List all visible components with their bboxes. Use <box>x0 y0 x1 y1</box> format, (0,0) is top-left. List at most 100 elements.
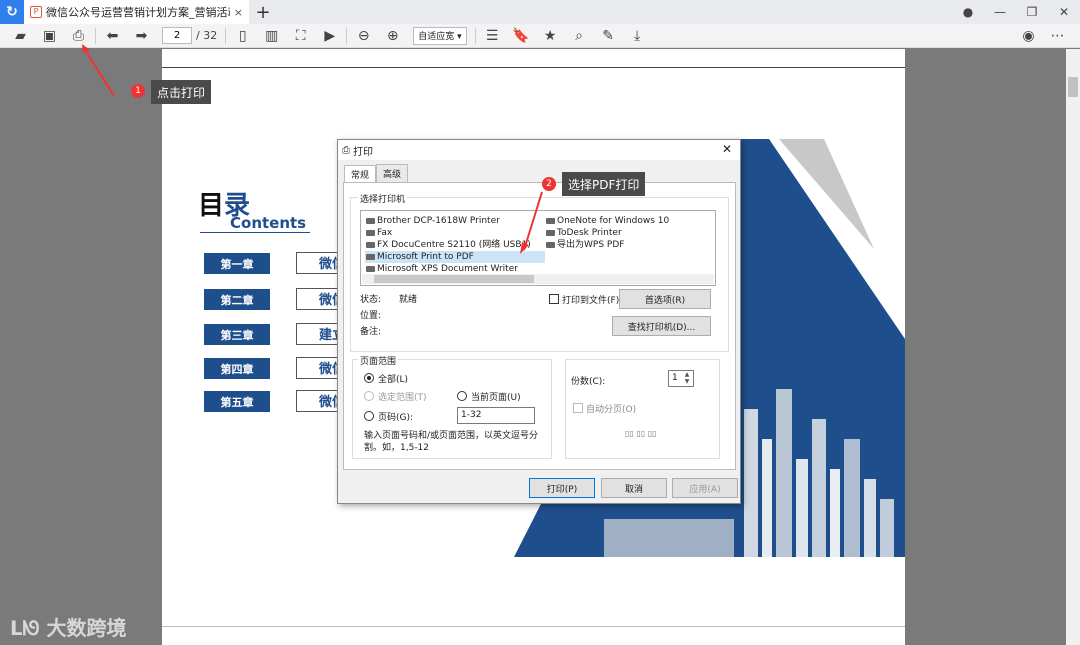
print-button[interactable]: 打印(P) <box>529 478 595 498</box>
chapter-label: 第五章 <box>204 391 270 412</box>
toc-heading-a: 目 <box>198 191 225 221</box>
tab-bar: ↻ P 微信公众号运营营销计划方案_营销活动策... × + <box>0 0 1080 24</box>
search-icon[interactable]: ⌕ <box>565 24 594 48</box>
toc-underline <box>200 232 310 233</box>
tab-title: 微信公众号运营营销计划方案_营销活动策... <box>46 6 230 19</box>
chapter-title: 微信 <box>296 288 338 310</box>
save-icon[interactable]: ▣ <box>35 24 64 48</box>
outline-icon[interactable]: ☰ <box>478 24 507 48</box>
print-to-file-checkbox[interactable] <box>549 294 559 304</box>
step-badge-2: 2 <box>542 177 556 191</box>
tab-close-icon[interactable]: × <box>234 6 243 19</box>
printer-item[interactable]: Fax <box>365 227 392 239</box>
printer-item[interactable]: ToDesk Printer <box>545 227 622 239</box>
user-icon[interactable]: ◉ <box>1014 24 1043 48</box>
zoom-out-icon[interactable]: ⊖ <box>349 24 378 48</box>
apply-button[interactable]: 应用(A) <box>672 478 738 498</box>
tab-general[interactable]: 常规 <box>344 165 377 183</box>
app-logo-icon[interactable]: ↻ <box>0 0 24 24</box>
chapter-title: 微信 <box>296 357 338 379</box>
annotate-icon[interactable]: ✎ <box>594 24 623 48</box>
chapter-label: 第四章 <box>204 358 270 379</box>
scroll-thumb[interactable] <box>1068 77 1078 97</box>
toolbar-divider <box>346 27 348 44</box>
dialog-tabs: 常规 高级 <box>344 164 409 183</box>
copies-spinner-icon[interactable]: ▲ ▼ <box>682 371 692 386</box>
vertical-scrollbar[interactable] <box>1066 49 1080 645</box>
printer-item[interactable]: 导出为WPS PDF <box>545 239 624 251</box>
printer-item[interactable]: Brother DCP-1618W Printer <box>365 215 500 227</box>
dialog-titlebar: ⎙ 打印 ✕ <box>338 140 740 160</box>
printer-item[interactable]: FX DocuCentre S2110 (网络 USB1) <box>365 239 531 251</box>
range-selection-label: 选定范围(T) <box>378 393 427 403</box>
dialog-close-icon[interactable]: ✕ <box>722 142 732 156</box>
print-to-file-label: 打印到文件(F) <box>562 296 620 306</box>
page-range-label: 页面范围 <box>358 354 399 367</box>
close-window-icon[interactable]: ✕ <box>1048 5 1080 19</box>
cancel-button[interactable]: 取消 <box>601 478 667 498</box>
zoom-select[interactable]: 自适应宽 ▾ <box>413 26 467 45</box>
document-tab[interactable]: P 微信公众号运营营销计划方案_营销活动策... × <box>24 0 249 24</box>
chapter-title: 微信 <box>296 252 338 274</box>
comment-label: 备注: <box>360 327 382 337</box>
collate-label: 自动分页(O) <box>586 405 637 415</box>
chapter-title: 微信 <box>296 390 338 412</box>
find-printer-button[interactable]: 查找打印机(D)... <box>612 316 711 336</box>
printer-icon: ⎙ <box>342 144 350 156</box>
toolbar-divider <box>95 27 96 44</box>
chapter-label: 第二章 <box>204 289 270 310</box>
dialog-title: 打印 <box>353 146 373 158</box>
callout-select-pdf: 选择PDF打印 <box>562 172 646 196</box>
range-pages-label: 页码(G): <box>378 413 414 423</box>
single-page-icon[interactable]: ▯ <box>228 24 257 48</box>
range-current-radio[interactable] <box>457 391 467 401</box>
watermark-text: 大数跨境 <box>46 616 127 640</box>
bookmark-icon[interactable]: 🔖 <box>507 24 536 48</box>
page-total: / 32 <box>196 29 218 42</box>
printer-list-scroll-thumb[interactable] <box>374 275 534 283</box>
toolbar-divider <box>474 27 476 44</box>
printer-list-scrollbar[interactable] <box>362 274 714 284</box>
new-tab-button[interactable]: + <box>249 2 277 23</box>
fullscreen-icon[interactable]: ⛶ <box>286 24 315 48</box>
toc-subheading: Contents <box>230 214 307 232</box>
collate-pages-icon: ▯▯ ▯▯ ▯▯ <box>625 429 657 438</box>
preferences-button[interactable]: 首选项(R) <box>619 289 711 309</box>
range-pages-radio[interactable] <box>364 411 374 421</box>
zoom-in-icon[interactable]: ⊕ <box>378 24 407 48</box>
more-icon[interactable]: ⋯ <box>1043 24 1072 48</box>
printer-item[interactable]: OneNote for Windows 10 <box>545 215 669 227</box>
minimize-icon[interactable]: — <box>984 5 1016 19</box>
callout-arrow-1 <box>82 44 115 97</box>
toolbar-right: ◉ ⋯ <box>1014 24 1072 48</box>
printer-group-label: 选择打印机 <box>358 192 408 205</box>
collate-checkbox[interactable] <box>573 403 583 413</box>
pdf-icon: P <box>30 6 42 18</box>
two-page-icon[interactable]: ▥ <box>257 24 286 48</box>
play-icon[interactable]: ▶ <box>315 24 344 48</box>
range-current-label: 当前页面(U) <box>471 393 521 403</box>
pages-input[interactable]: 1-32 <box>457 407 535 424</box>
watermark-logo-icon: ᒪᘚ <box>10 616 47 640</box>
chapter-title: 建立 <box>296 323 338 345</box>
range-selection-radio[interactable] <box>364 391 374 401</box>
copies-label: 份数(C): <box>571 377 606 387</box>
chapter-label: 第一章 <box>204 253 270 274</box>
callout-arrow-2 <box>520 191 543 254</box>
tab-advanced[interactable]: 高级 <box>376 164 409 182</box>
page-top-divider <box>162 67 905 68</box>
restore-icon[interactable]: ❐ <box>1016 5 1048 19</box>
next-page-icon[interactable]: ➡ <box>127 24 156 48</box>
download-icon[interactable]: ⤓ <box>623 24 652 48</box>
callout-print: 点击打印 <box>151 80 212 104</box>
status-label: 状态: <box>360 295 382 305</box>
step-badge-1: 1 <box>131 84 145 98</box>
window-controls: ● — ❐ ✕ <box>952 0 1080 24</box>
page-number-input[interactable] <box>162 27 192 44</box>
account-icon[interactable]: ● <box>952 5 984 19</box>
range-all-radio[interactable] <box>364 373 374 383</box>
star-icon[interactable]: ★ <box>536 24 565 48</box>
location-label: 位置: <box>360 311 382 321</box>
status-value: 就绪 <box>399 295 418 305</box>
open-folder-icon[interactable]: ▰ <box>6 24 35 48</box>
